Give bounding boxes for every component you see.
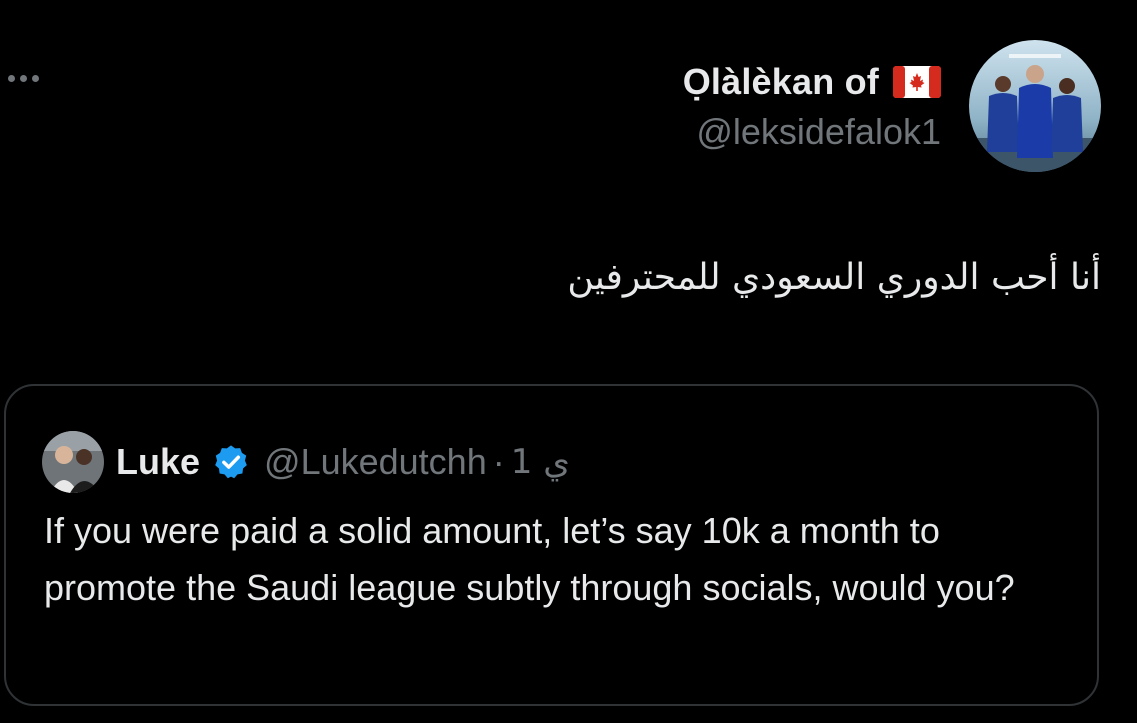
author-avatar[interactable] (969, 40, 1101, 172)
author-names: Ọlàlèkan of @leksidefalok1 (683, 59, 941, 153)
quoted-author-name[interactable]: Luke (116, 441, 200, 483)
display-name-row: Ọlàlèkan of (683, 59, 941, 105)
verified-badge-icon (215, 445, 247, 479)
author-handle[interactable]: @leksidefalok1 (696, 111, 941, 153)
more-dot (32, 74, 39, 82)
profile-photo-icon (42, 431, 104, 493)
dot-separator: · (492, 441, 505, 482)
quoted-tweet-text: If you were paid a solid amount, let’s s… (44, 510, 1015, 608)
author-display-name[interactable]: Ọlàlèkan of (683, 61, 879, 103)
quoted-author-handle[interactable]: @Lukedutchh (264, 441, 487, 483)
quoted-tweet-card[interactable]: Luke @Lukedutchh · 1 ي If you were paid … (4, 384, 1099, 706)
quoted-tweet-time[interactable]: 1 ي (511, 442, 570, 482)
more-dot (20, 74, 27, 82)
quoted-tweet-header: Luke @Lukedutchh · 1 ي (42, 430, 570, 494)
quoted-author-avatar[interactable] (42, 431, 104, 493)
canada-flag-icon (893, 66, 941, 98)
more-horizontal-icon (8, 74, 15, 82)
tweet-text: أنا أحب الدوري السعودي للمحترفين (567, 257, 1101, 298)
profile-photo-icon (969, 40, 1101, 172)
tweet-author: Ọlàlèkan of @leksidefalok1 (683, 40, 1101, 172)
more-options-button[interactable] (8, 66, 52, 90)
